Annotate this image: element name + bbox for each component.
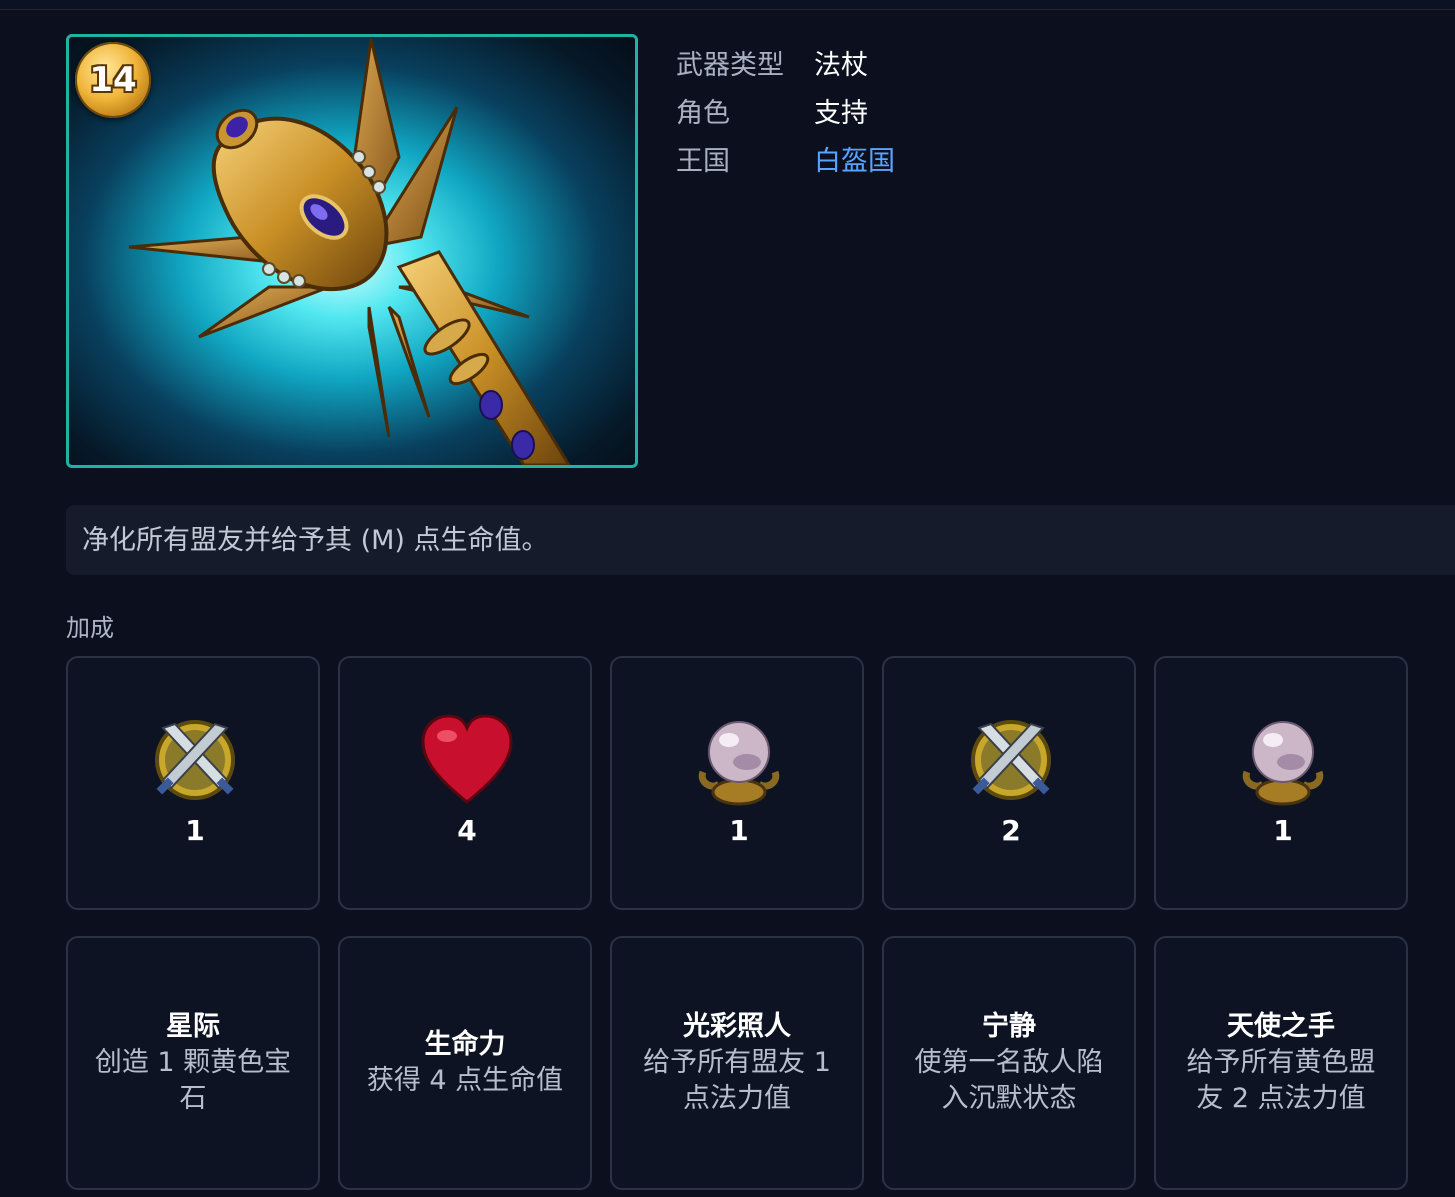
talent-card[interactable]: 生命力 获得 4 点生命值 — [338, 936, 592, 1190]
talent-desc: 使第一名敌人陷入沉默状态 — [914, 1047, 1104, 1114]
stat-card: 4 — [338, 656, 592, 910]
staff-icon — [128, 38, 571, 465]
crystal-orb-icon — [1242, 721, 1324, 806]
talent-title: 宁静 — [982, 1011, 1036, 1042]
role-value: 支持 — [814, 97, 868, 129]
talent-desc: 给予所有黄色盟友 2 点法力值 — [1186, 1047, 1376, 1114]
weapon-info: 武器类型 法杖 角色 支持 王国 白盔国 — [676, 38, 895, 182]
talent-title: 天使之手 — [1227, 1011, 1335, 1042]
level-badge: 14 — [75, 42, 151, 118]
talent-desc: 创造 1 颗黄色宝石 — [94, 1047, 292, 1114]
crystal-orb-icon — [698, 721, 780, 806]
talent-title: 生命力 — [424, 1029, 506, 1060]
weapon-type-value: 法杖 — [814, 49, 868, 81]
stat-value: 1 — [729, 814, 749, 847]
stat-value: 1 — [1273, 814, 1293, 847]
role-label: 角色 — [676, 97, 730, 129]
stat-value: 2 — [1001, 814, 1021, 847]
kingdom-label: 王国 — [676, 145, 730, 177]
talent-card[interactable]: 天使之手 给予所有黄色盟友 2 点法力值 — [1154, 936, 1408, 1190]
talent-card[interactable]: 宁静 使第一名敌人陷入沉默状态 — [882, 936, 1136, 1190]
weapon-image — [66, 34, 638, 468]
weapon-type-row: 武器类型 法杖 — [676, 38, 895, 86]
crossed-swords-icon — [155, 720, 235, 800]
kingdom-link[interactable]: 白盔国 — [814, 139, 895, 178]
stat-card: 1 — [66, 656, 320, 910]
heart-icon — [421, 714, 513, 804]
talent-desc: 给予所有盟友 1 点法力值 — [643, 1047, 831, 1114]
stat-value: 4 — [457, 814, 477, 847]
kingdom-row: 王国 白盔国 — [676, 134, 895, 182]
description-text: 净化所有盟友并给予其 (M) 点生命值。 — [82, 525, 549, 556]
talent-desc: 获得 4 点生命值 — [366, 1065, 564, 1096]
role-row: 角色 支持 — [676, 86, 895, 134]
weapon-type-label: 武器类型 — [676, 49, 784, 81]
top-divider — [0, 0, 1455, 10]
level-number: 14 — [89, 60, 137, 100]
crossed-swords-icon — [971, 720, 1051, 800]
talent-title: 星际 — [166, 1011, 220, 1042]
talent-card[interactable]: 光彩照人 给予所有盟友 1 点法力值 — [610, 936, 864, 1190]
talent-title: 光彩照人 — [683, 1011, 791, 1042]
bonus-section-label: 加成 — [66, 614, 114, 642]
stat-card: 1 — [610, 656, 864, 910]
stat-value: 1 — [185, 814, 205, 847]
description-box: 净化所有盟友并给予其 (M) 点生命值。 — [66, 505, 1455, 575]
talent-card[interactable]: 星际 创造 1 颗黄色宝石 — [66, 936, 320, 1190]
stat-card: 1 — [1154, 656, 1408, 910]
stat-card: 2 — [882, 656, 1136, 910]
